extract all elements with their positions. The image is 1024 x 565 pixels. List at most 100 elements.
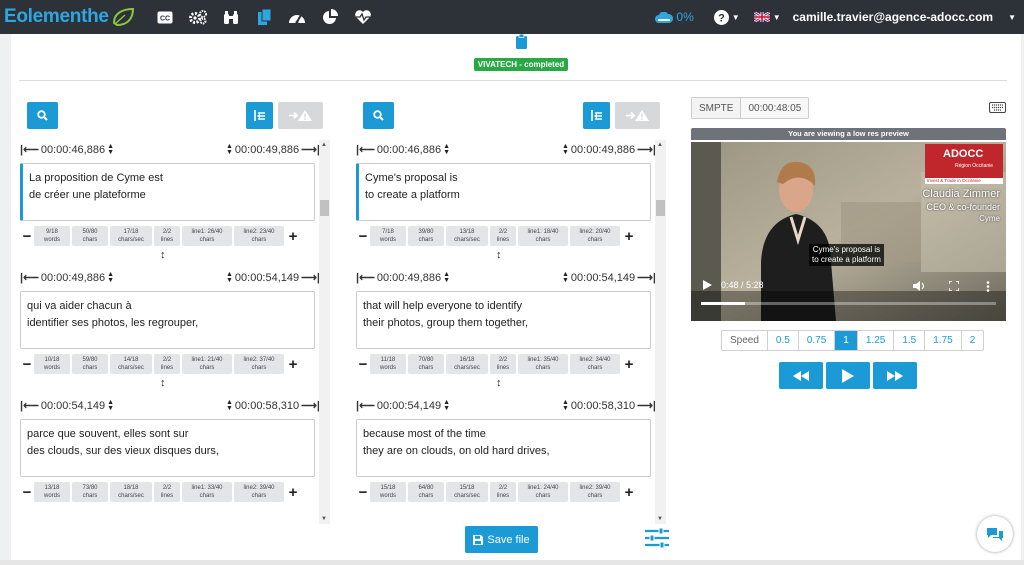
source-scrollbar[interactable]: ▲ ▼: [319, 140, 330, 524]
language-menu[interactable]: ▼: [753, 12, 781, 22]
scroll-thumb[interactable]: [656, 200, 665, 216]
remove-segment-button[interactable]: −: [20, 484, 34, 501]
time-spinner-icon[interactable]: ▲ ▼: [443, 271, 450, 284]
speed-option-1-75[interactable]: 1.75: [924, 331, 960, 350]
subtitle-text-area[interactable]: parce que souvent, elles sont sur des cl…: [20, 419, 315, 477]
end-time-control[interactable]: ▲ ▼ 00:00:49,886 ⟶|: [560, 143, 656, 157]
scroll-down-arrow-icon[interactable]: ▼: [657, 516, 663, 522]
snap-start-icon[interactable]: |⟵: [356, 399, 375, 412]
video-player[interactable]: ADOCC Région Occitanie Invest & Trade in…: [691, 142, 1006, 321]
help-menu[interactable]: ? ▼: [713, 9, 740, 25]
time-spinner-icon[interactable]: ▲ ▼: [226, 399, 233, 412]
add-segment-button[interactable]: +: [622, 484, 636, 501]
gears-icon[interactable]: [182, 0, 215, 34]
time-spinner-icon[interactable]: ▲ ▼: [107, 143, 114, 156]
closed-caption-icon[interactable]: CC: [149, 0, 182, 34]
snap-start-icon[interactable]: |⟵: [20, 399, 39, 412]
time-spinner-icon[interactable]: ▲ ▼: [226, 271, 233, 284]
snap-end-icon[interactable]: ⟶|: [301, 143, 320, 156]
video-progress-track[interactable]: [701, 302, 996, 305]
time-spinner-icon[interactable]: ▲ ▼: [562, 271, 569, 284]
play-icon[interactable]: [703, 280, 712, 290]
speed-option-0-75[interactable]: 0.75: [797, 331, 834, 350]
start-time[interactable]: 00:00:54,149: [41, 400, 105, 412]
play-button[interactable]: [826, 362, 870, 389]
add-segment-button[interactable]: +: [286, 356, 300, 373]
snap-start-icon[interactable]: |⟵: [356, 143, 375, 156]
time-spinner-icon[interactable]: ▲ ▼: [562, 399, 569, 412]
add-segment-button[interactable]: +: [622, 356, 636, 373]
start-time-control[interactable]: |⟵ 00:00:46,886 ▲ ▼: [356, 143, 452, 157]
snap-end-icon[interactable]: ⟶|: [637, 399, 656, 412]
scroll-thumb[interactable]: [320, 200, 329, 216]
binoculars-icon[interactable]: [215, 0, 248, 34]
speed-option-2[interactable]: 2: [960, 331, 984, 350]
snap-end-icon[interactable]: ⟶|: [301, 399, 320, 412]
time-spinner-icon[interactable]: ▲ ▼: [107, 399, 114, 412]
start-time-control[interactable]: |⟵ 00:00:49,886 ▲ ▼: [356, 271, 452, 285]
dashboard-icon[interactable]: [281, 0, 314, 34]
speed-option-1-25[interactable]: 1.25: [856, 331, 893, 350]
align-left-button[interactable]: [246, 102, 273, 129]
end-time[interactable]: 00:00:49,886: [235, 144, 299, 156]
target-scrollbar[interactable]: ▲ ▼: [655, 140, 666, 524]
speed-option-0-5[interactable]: 0.5: [766, 331, 798, 350]
subtitle-text-area[interactable]: that will help everyone to identify thei…: [356, 291, 651, 349]
target-segments-list[interactable]: |⟵ 00:00:46,886 ▲ ▼ ▲ ▼ 00:00:49,886 ⟶| Cy…: [356, 140, 666, 528]
keyboard-icon[interactable]: [989, 100, 1006, 118]
speed-option-1-5[interactable]: 1.5: [893, 331, 924, 350]
subtitle-text-area[interactable]: La proposition de Cyme est de créer une …: [20, 163, 315, 221]
link-segments-icon[interactable]: ↕: [496, 249, 502, 261]
link-segments-icon[interactable]: ↕: [160, 377, 166, 389]
start-time-control[interactable]: |⟵ 00:00:49,886 ▲ ▼: [20, 271, 116, 285]
end-time[interactable]: 00:00:58,310: [235, 400, 299, 412]
remove-segment-button[interactable]: −: [356, 228, 370, 245]
start-time[interactable]: 00:00:49,886: [41, 272, 105, 284]
snap-start-icon[interactable]: |⟵: [356, 271, 375, 284]
end-time-control[interactable]: ▲ ▼ 00:00:54,149 ⟶|: [560, 271, 656, 285]
start-time[interactable]: 00:00:49,886: [377, 272, 441, 284]
end-time[interactable]: 00:00:54,149: [235, 272, 299, 284]
snap-start-icon[interactable]: |⟵: [20, 143, 39, 156]
end-time-control[interactable]: ▲ ▼ 00:00:58,310 ⟶|: [560, 399, 656, 413]
start-time-control[interactable]: |⟵ 00:00:54,149 ▲ ▼: [356, 399, 452, 413]
remove-segment-button[interactable]: −: [20, 228, 34, 245]
scroll-up-arrow-icon[interactable]: ▲: [321, 142, 327, 148]
warning-nav-button-target[interactable]: [615, 102, 660, 129]
end-time-control[interactable]: ▲ ▼ 00:00:58,310 ⟶|: [224, 399, 320, 413]
speed-option-1[interactable]: 1: [834, 331, 857, 350]
pie-chart-icon[interactable]: [314, 0, 347, 34]
fullscreen-icon[interactable]: [949, 281, 959, 291]
heartbeat-icon[interactable]: [347, 0, 380, 34]
more-options-icon[interactable]: [986, 281, 990, 292]
start-time-control[interactable]: |⟵ 00:00:54,149 ▲ ▼: [20, 399, 116, 413]
end-time-control[interactable]: ▲ ▼ 00:00:54,149 ⟶|: [224, 271, 320, 285]
time-spinner-icon[interactable]: ▲ ▼: [226, 143, 233, 156]
snap-end-icon[interactable]: ⟶|: [637, 271, 656, 284]
user-email[interactable]: camille.travier@agence-adocc.com: [793, 10, 993, 24]
search-button-target[interactable]: [363, 102, 394, 129]
start-time[interactable]: 00:00:46,886: [41, 144, 105, 156]
search-button[interactable]: [27, 102, 58, 129]
add-segment-button[interactable]: +: [286, 228, 300, 245]
scroll-up-arrow-icon[interactable]: ▲: [657, 142, 663, 148]
app-logo[interactable]: Eolementhe: [4, 6, 135, 28]
sliders-settings-icon[interactable]: [645, 527, 669, 553]
forward-button[interactable]: [873, 362, 917, 389]
add-segment-button[interactable]: +: [622, 228, 636, 245]
start-time[interactable]: 00:00:46,886: [377, 144, 441, 156]
subtitle-text-area[interactable]: qui va aider chacun à identifier ses pho…: [20, 291, 315, 349]
end-time-control[interactable]: ▲ ▼ 00:00:49,886 ⟶|: [224, 143, 320, 157]
link-segments-icon[interactable]: ↕: [496, 377, 502, 389]
add-segment-button[interactable]: +: [286, 484, 300, 501]
subtitle-text-area[interactable]: Cyme's proposal is to create a platform: [356, 163, 651, 221]
remove-segment-button[interactable]: −: [20, 356, 34, 373]
subtitle-text-area[interactable]: because most of the time they are on clo…: [356, 419, 651, 477]
link-segments-icon[interactable]: ↕: [160, 249, 166, 261]
end-time[interactable]: 00:00:49,886: [571, 144, 635, 156]
start-time-control[interactable]: |⟵ 00:00:46,886 ▲ ▼: [20, 143, 116, 157]
volume-icon[interactable]: [913, 281, 925, 291]
chat-button[interactable]: [977, 516, 1013, 552]
remove-segment-button[interactable]: −: [356, 356, 370, 373]
source-segments-list[interactable]: |⟵ 00:00:46,886 ▲ ▼ ▲ ▼ 00:00:49,886 ⟶| La…: [20, 140, 330, 528]
